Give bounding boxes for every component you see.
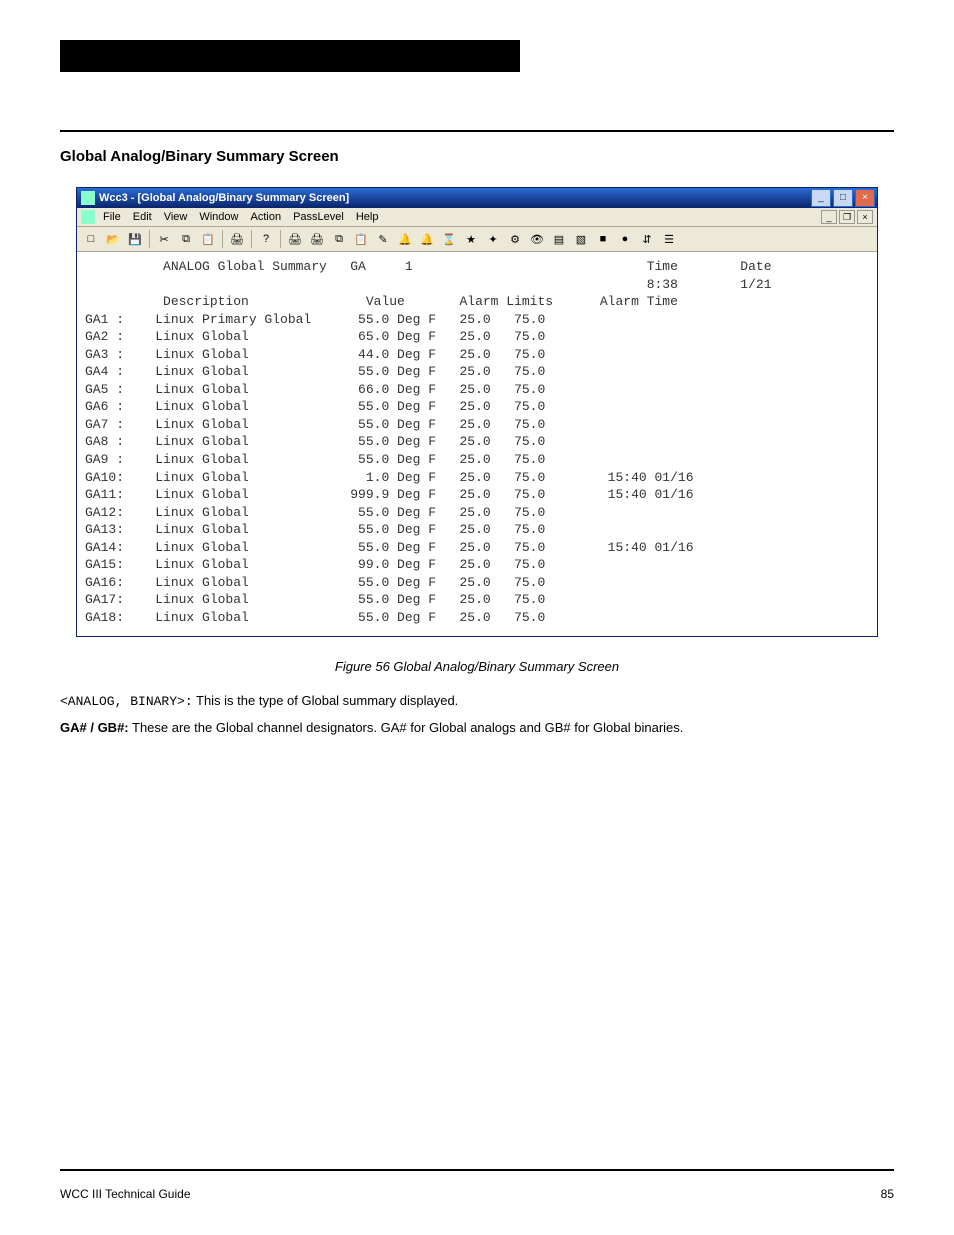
paste-icon[interactable]: 📋	[198, 229, 218, 249]
copy-icon[interactable]: ⧉	[176, 229, 196, 249]
save-icon[interactable]: 💾	[125, 229, 145, 249]
menu-window[interactable]: Window	[193, 210, 244, 224]
open-icon[interactable]: 📂	[103, 229, 123, 249]
menu-help[interactable]: Help	[350, 210, 385, 224]
menubar: FileEditViewWindowActionPassLevelHelp _ …	[77, 208, 877, 227]
figure-screenshot: Wcc3 - [Global Analog/Binary Summary Scr…	[60, 187, 894, 637]
toolbar: □📂💾✂⧉📋🖨?🖨🖨⧉📋✎🔔🔔⌛★✦⚙👁▤▧■●⇵☰	[77, 227, 877, 252]
tree-icon[interactable]: ☰	[659, 229, 679, 249]
footer-rule	[60, 1169, 894, 1171]
bell-icon[interactable]: 🔔	[395, 229, 415, 249]
section-rule-top	[60, 130, 894, 132]
new-icon[interactable]: □	[81, 229, 101, 249]
toolbar-separator	[280, 230, 281, 248]
app-logo-icon	[81, 191, 95, 205]
edit-icon[interactable]: ✎	[373, 229, 393, 249]
maximize-button[interactable]: □	[833, 189, 853, 207]
net-icon[interactable]: ⇵	[637, 229, 657, 249]
mdi-close-button[interactable]: ×	[857, 210, 873, 224]
star-icon[interactable]: ★	[461, 229, 481, 249]
copy-sc-icon[interactable]: ⧉	[329, 229, 349, 249]
menu-view[interactable]: View	[158, 210, 194, 224]
mdi-restore-button[interactable]: ❐	[839, 210, 855, 224]
param-line-2: GA# / GB#: These are the Global channel …	[60, 719, 894, 737]
print-all-icon[interactable]: 🖨	[285, 229, 305, 249]
doc-icon[interactable]: ▤	[549, 229, 569, 249]
menu-action[interactable]: Action	[244, 210, 287, 224]
help-icon[interactable]: ?	[256, 229, 276, 249]
toolbar-separator	[149, 230, 150, 248]
menu-edit[interactable]: Edit	[127, 210, 158, 224]
page-footer: WCC III Technical Guide 85	[60, 1187, 894, 1201]
param-line-1: <ANALOG, BINARY>: This is the type of Gl…	[60, 692, 894, 711]
hourglass-icon[interactable]: ⌛	[439, 229, 459, 249]
mdi-system-icon[interactable]	[81, 210, 95, 224]
param1-label: <ANALOG, BINARY>:	[60, 694, 193, 709]
app-window: Wcc3 - [Global Analog/Binary Summary Scr…	[76, 187, 878, 637]
menu-file[interactable]: File	[97, 210, 127, 224]
footer-doc-title: WCC III Technical Guide	[60, 1187, 191, 1201]
stop-icon[interactable]: ■	[593, 229, 613, 249]
menu-passlevel[interactable]: PassLevel	[287, 210, 350, 224]
window-title: Wcc3 - [Global Analog/Binary Summary Scr…	[99, 192, 349, 204]
rec-icon[interactable]: ●	[615, 229, 635, 249]
minimize-button[interactable]: _	[811, 189, 831, 207]
gear-icon[interactable]: ⚙	[505, 229, 525, 249]
window-controls: _ □ ×	[811, 189, 875, 207]
toolbar-separator	[222, 230, 223, 248]
mdi-minimize-button[interactable]: _	[821, 210, 837, 224]
param2-text: These are the Global channel designators…	[129, 720, 684, 735]
toolbar-separator	[251, 230, 252, 248]
chart-icon[interactable]: ▧	[571, 229, 591, 249]
close-button[interactable]: ×	[855, 189, 875, 207]
print-icon[interactable]: 🖨	[227, 229, 247, 249]
eye-icon[interactable]: 👁	[527, 229, 547, 249]
terminal-content: ANALOG Global Summary GA 1 Time Date 8:3…	[77, 252, 877, 636]
wand-icon[interactable]: ✦	[483, 229, 503, 249]
print-sc-icon[interactable]: 🖨	[307, 229, 327, 249]
bell2-icon[interactable]: 🔔	[417, 229, 437, 249]
doc-header-blackbar	[60, 40, 520, 72]
param2-label: GA# / GB#:	[60, 720, 129, 735]
mdi-window-controls: _ ❐ ×	[821, 210, 873, 224]
param1-text: This is the type of Global summary displ…	[193, 693, 459, 708]
footer-page-number: 85	[881, 1187, 894, 1201]
titlebar: Wcc3 - [Global Analog/Binary Summary Scr…	[77, 188, 877, 208]
section-title: Global Analog/Binary Summary Screen	[60, 148, 894, 165]
figure-caption: Figure 56 Global Analog/Binary Summary S…	[60, 659, 894, 674]
paste-sc-icon[interactable]: 📋	[351, 229, 371, 249]
cut-icon[interactable]: ✂	[154, 229, 174, 249]
